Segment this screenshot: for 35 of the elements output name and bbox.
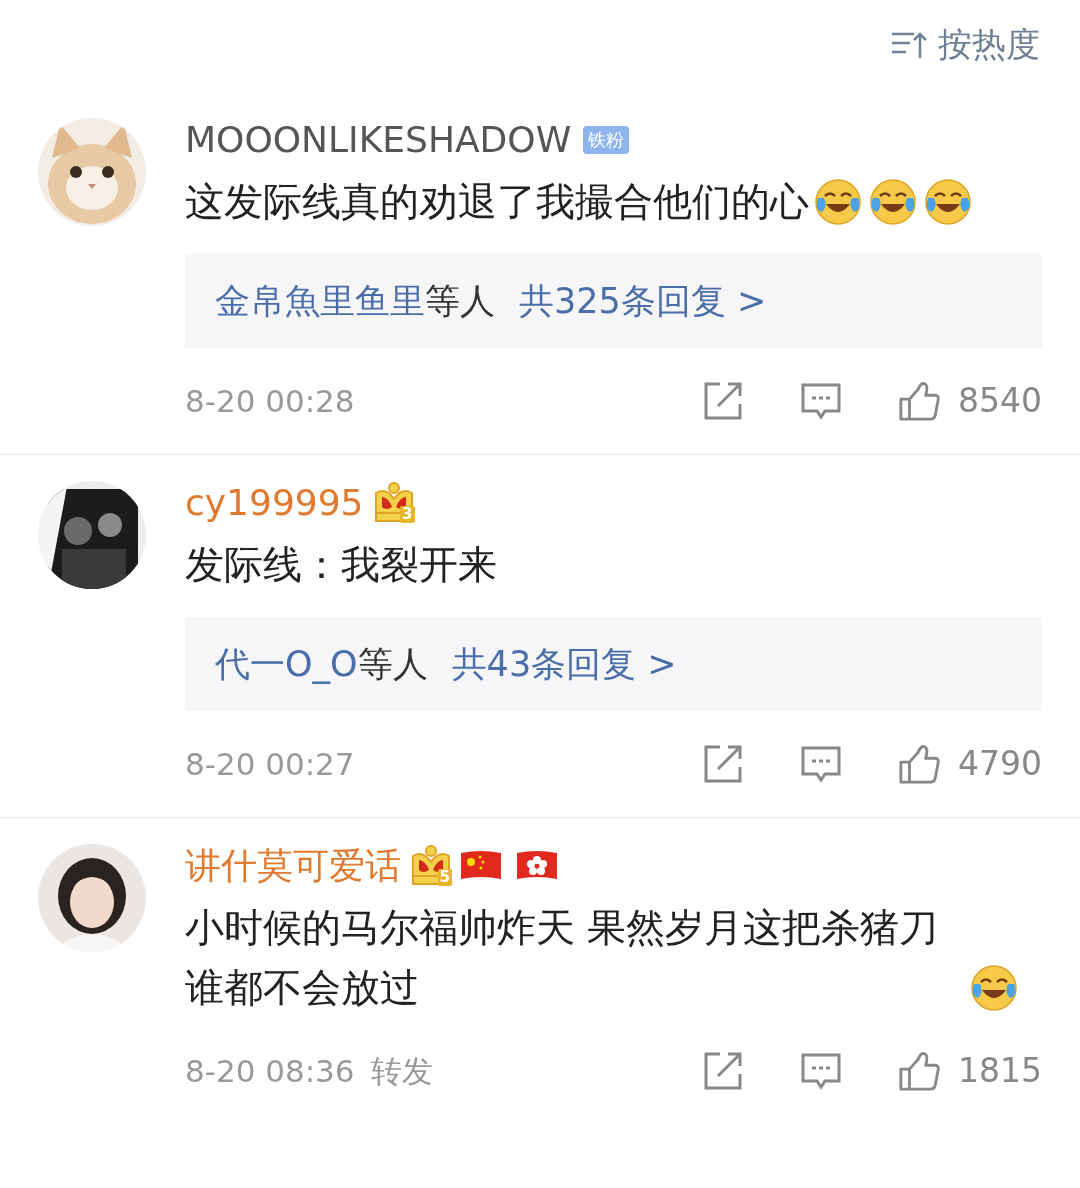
comment-text: 发际线：我裂开来 [185,541,497,589]
fan-badge: 铁粉 [583,126,630,154]
share-icon[interactable] [702,380,744,422]
username[interactable]: 讲什莫可爱话 [185,844,401,888]
reply-count-link[interactable]: 共43条回复 > [451,644,677,684]
like-count: 8540 [958,380,1042,423]
share-icon[interactable] [702,1050,744,1092]
crown-badge: 5 [409,844,453,888]
like-count: 4790 [958,743,1042,786]
timestamp: 8-20 00:27 [185,744,355,784]
laughing-crying-emoji-icon [812,176,864,228]
comment-text: 小时候的马尔福帅炸天 果然岁月这把杀猪刀谁都不会放过 [185,904,940,1012]
like-count: 1815 [958,1050,1042,1093]
crown-badge: 3 [371,481,416,525]
laughing-crying-emoji-icon [968,962,1020,1014]
forward-label[interactable]: 转发 [370,1047,433,1095]
sort-option[interactable]: 按热度 [938,22,1040,92]
replies-panel[interactable]: 金帛魚里鱼里等人 共325条回复 > [185,254,1042,348]
reply-users[interactable]: 代一O_O [215,644,358,684]
username[interactable]: cy199995 [185,481,364,525]
username[interactable]: MOOONLIKESHADOW [185,118,572,162]
like-icon[interactable] [898,380,940,422]
comment-text: 这发际线真的劝退了我撮合他们的心 [185,178,809,226]
reply-count-link[interactable]: 共325条回复 > [519,281,767,321]
reply-suffix: 等人 [425,281,495,321]
reply-suffix: 等人 [357,644,428,684]
laughing-crying-emoji-icon [867,176,919,228]
laughing-crying-emoji-icon [922,176,974,228]
timestamp: 8-20 08:36 [185,1051,355,1091]
timestamp: 8-20 00:28 [185,381,355,421]
like-icon[interactable] [898,743,940,785]
replies-panel[interactable]: 代一O_O等人 共43条回复 > [185,617,1042,711]
share-icon[interactable] [702,743,744,785]
reply-users[interactable]: 金帛魚里鱼里 [215,281,425,321]
like-icon[interactable] [898,1050,940,1092]
